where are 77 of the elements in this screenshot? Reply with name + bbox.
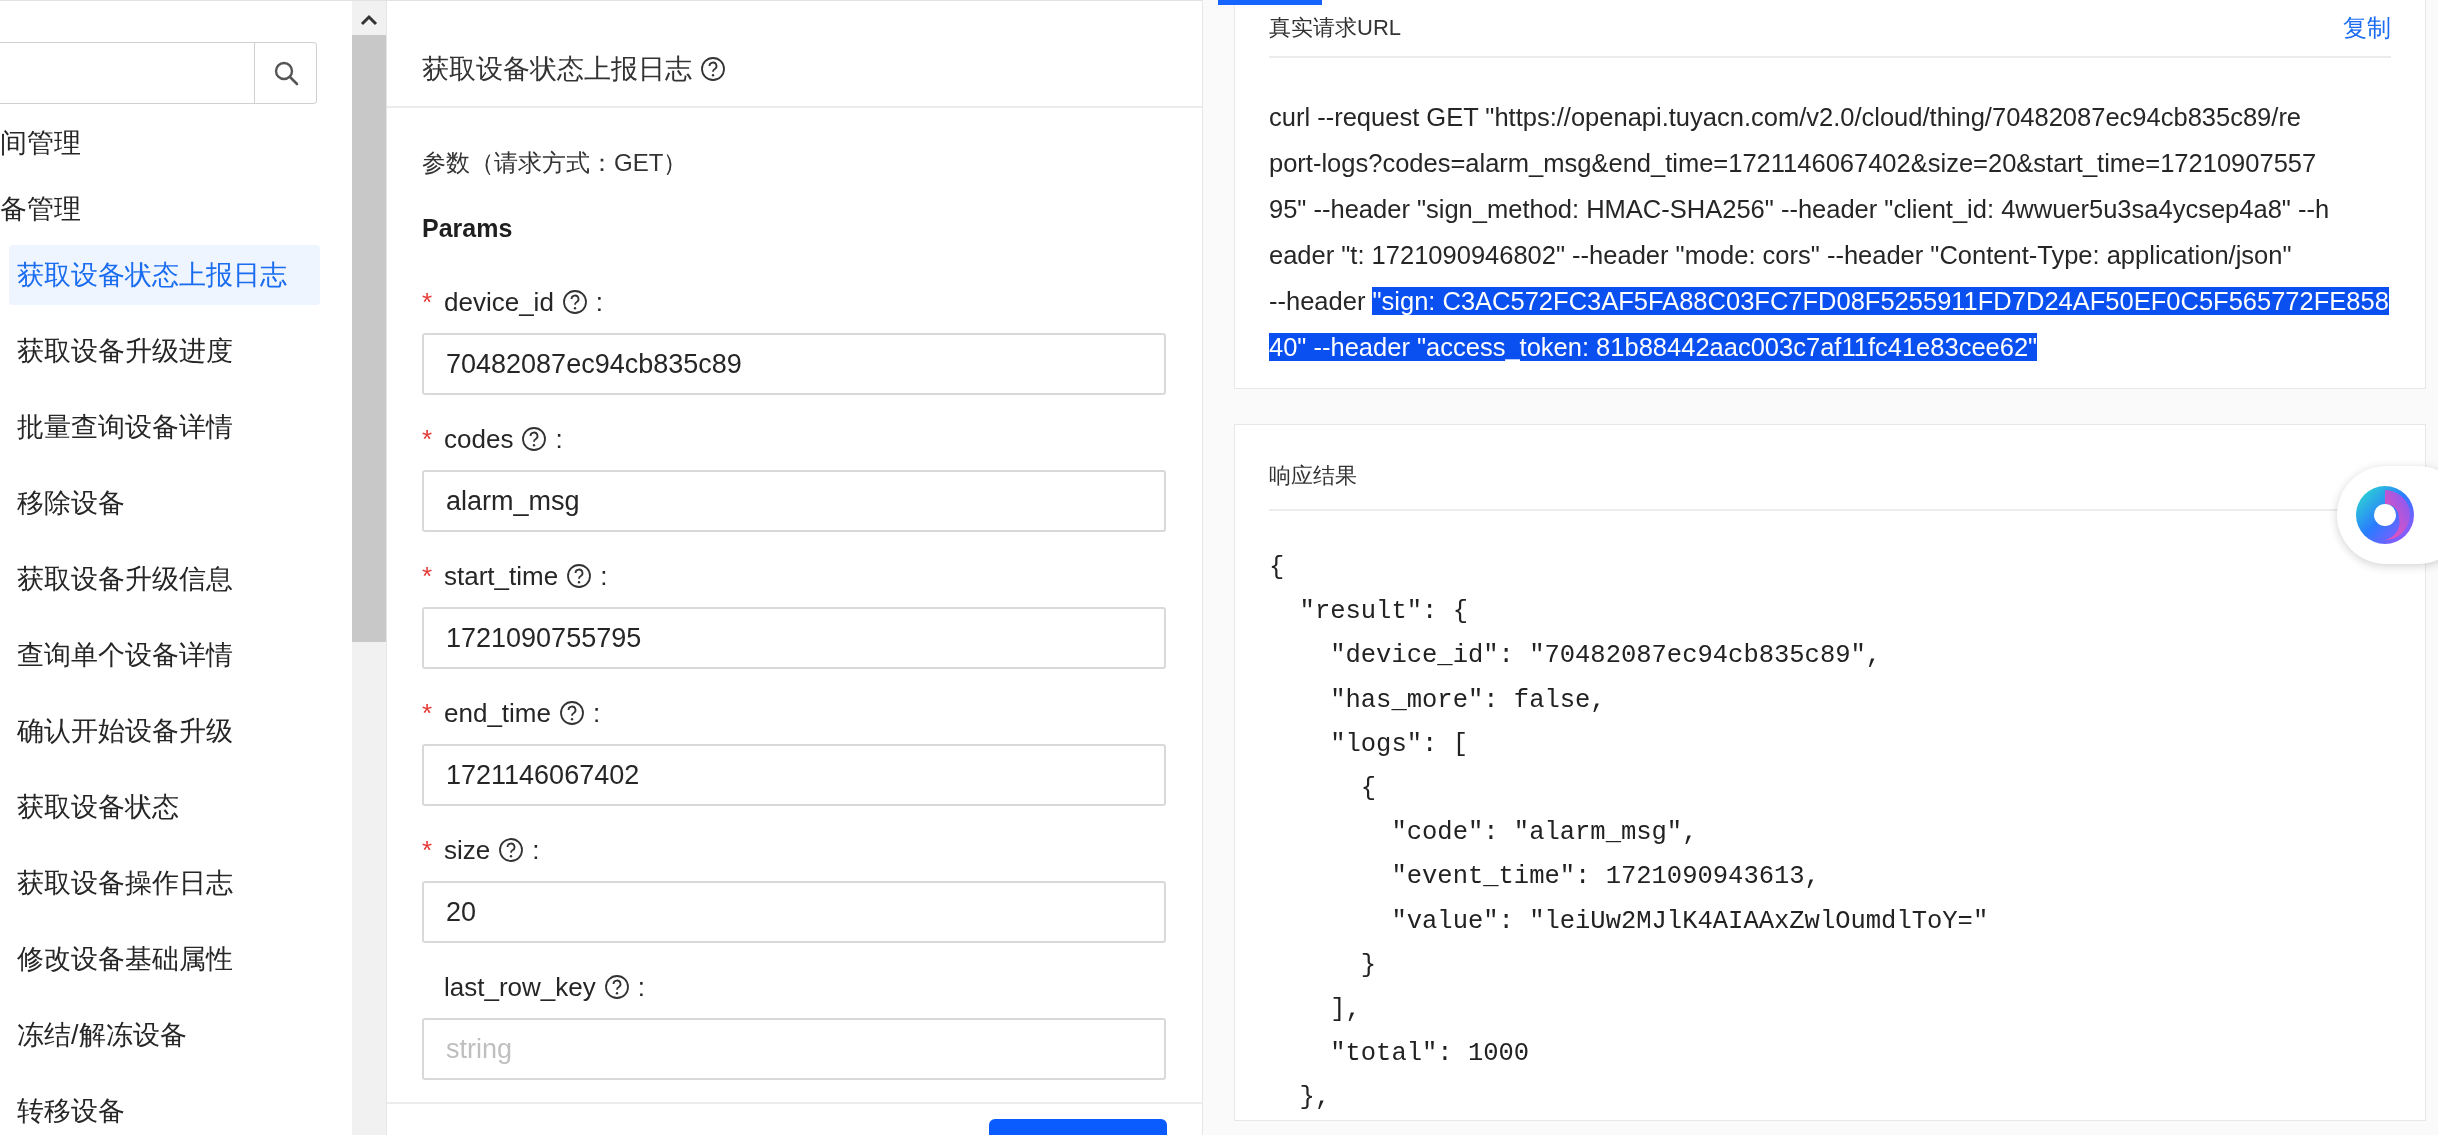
selected-text: 40" --header "access_token: 81b88442aac003c7af11fc41e83cee62" [1269,333,2038,361]
label-colon: : [595,286,604,318]
label-colon: : [637,971,645,1003]
required-mark: * [422,697,434,729]
sidebar-item[interactable]: 获取设备升级进度 [9,321,320,381]
input-field[interactable]: 70482087ec94cb835c89 [422,333,1166,395]
request-text: port-logs?codes=alarm_msg&end_time=1721146067402&size=20&start_time=17210907557 [1269,149,2317,177]
help-icon[interactable] [566,563,593,589]
code-line: "has_more": false, [1329,684,1607,717]
field-label: start_time [444,560,559,592]
sidebar-group[interactable]: 备管理 [0,179,352,239]
request-text: curl --request GET "https://openapi.tuyacn.com/v2.0/cloud/thing/70482087ec94cb835c89/re [1269,103,2302,131]
label-colon: : [600,560,608,592]
code-line: } [1359,949,1378,982]
card-title: 响应结果 [1269,461,1357,490]
required-mark: * [422,560,434,592]
required-mark: * [422,834,434,866]
help-icon[interactable] [498,837,525,863]
field-label: end_time [444,697,551,729]
code-line: "total": 1000 [1329,1038,1531,1071]
sidebar-item[interactable]: 获取设备状态上报日志 [9,245,320,305]
sidebar-item[interactable]: 获取设备操作日志 [9,853,320,913]
help-icon[interactable] [561,289,588,315]
code-line: "code": "alarm_msg", [1390,817,1699,850]
field-label: codes [444,423,514,455]
help-icon[interactable] [521,426,548,452]
field-label: last_row_key [444,971,596,1003]
help-icon[interactable] [700,55,726,82]
code-line: "result": { [1298,596,1469,629]
code-line: { [1269,552,1286,584]
field-label: device_id [444,286,554,318]
scrollbar-thumb[interactable] [352,35,386,642]
panel-title: 获取设备状态上报日志 [422,52,692,86]
label-colon: : [532,834,540,866]
card-title: 真实请求URL [1269,14,1401,42]
sidebar-item[interactable]: 获取设备升级信息 [9,549,320,609]
sidebar-group[interactable]: 间管理 [0,113,352,173]
input-field[interactable]: 1721146067402 [422,744,1166,806]
label-colon: : [555,423,563,455]
method-label: 参数（请求方式：GET） [422,148,689,178]
sidebar-item[interactable]: 转移设备 [9,1081,320,1135]
code-line: "event_time": 1721090943613, [1390,861,1821,894]
input-field[interactable]: alarm_msg [422,470,1166,532]
input-field[interactable]: string [422,1018,1166,1080]
code-line: "device_id": "70482087ec94cb835c89", [1329,640,1883,673]
help-icon[interactable] [603,974,630,1000]
sidebar-item[interactable]: 冻结/解冻设备 [9,1005,320,1065]
section-heading: Params [422,213,514,244]
request-text: eader "t: 1721090946802" --header "mode: cors" --header "Content-Type: application/json" [1269,241,2292,269]
sidebar-item[interactable]: 获取设备状态 [9,777,320,837]
label-colon: : [592,697,601,729]
input-field[interactable]: 20 [422,881,1166,943]
search-button[interactable] [254,43,316,103]
code-line: "logs": [ [1329,728,1469,761]
scroll-up-icon[interactable] [359,13,379,27]
required-mark: * [422,286,434,318]
input-field[interactable]: 1721090755795 [422,607,1166,669]
search-icon [272,60,299,86]
field-label: size [444,834,491,866]
code-line: }, [1298,1082,1332,1115]
required-mark: * [422,423,434,455]
request-text: --header [1269,287,1367,315]
sidebar-item[interactable]: 修改设备基础属性 [9,929,320,989]
sidebar-item[interactable]: 查询单个设备详情 [9,625,320,685]
code-line: ], [1329,993,1362,1026]
search-field[interactable] [0,42,317,104]
swirl-icon [2354,484,2416,546]
sidebar-item[interactable]: 批量查询设备详情 [9,397,320,457]
code-line: "value": "leiUw2MJlK4AIAAxZwlOumdlToY=" [1390,905,1990,938]
copy-link[interactable]: 复制 [2343,12,2391,44]
floating-button[interactable] [2337,466,2438,564]
sidebar-item[interactable]: 移除设备 [9,473,320,533]
sidebar-item[interactable]: 确认开始设备升级 [9,701,320,761]
request-text: 95" --header "sign_method: HMAC-SHA256" --header "client_id: 4wwuer5u3sa4ycsep4a8" --h [1269,195,2330,223]
code-line: { [1359,772,1378,805]
help-icon[interactable] [558,700,585,726]
selected-text: "sign: C3AC572FC3AF5FA88C03FC7FD08F5255911FD7D24AF50EF0C5F565772FE858 [1372,287,2389,315]
